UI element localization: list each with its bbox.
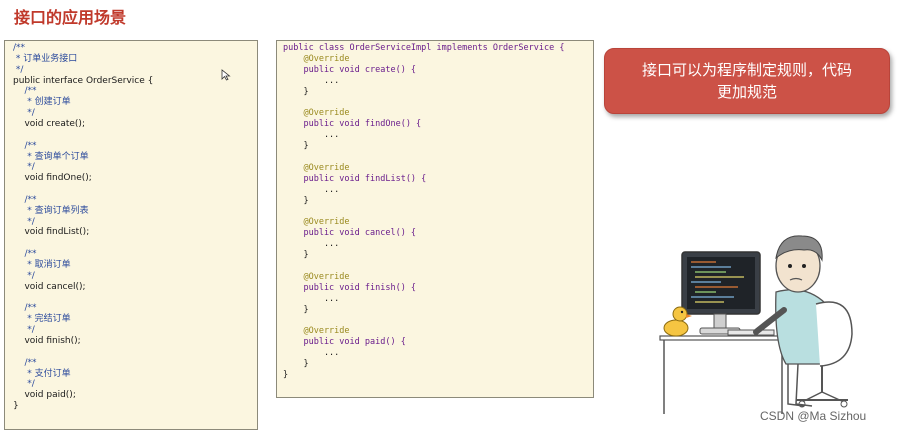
code-line: /** — [13, 303, 37, 314]
code-line: void create(); — [13, 118, 85, 129]
code-line: } — [283, 370, 289, 380]
code-line: ... — [283, 239, 340, 250]
code-line: ... — [283, 75, 340, 86]
code-line: } — [13, 401, 19, 412]
implementation-code-panel: public class OrderServiceImpl implements… — [276, 40, 594, 398]
code-line: /** — [13, 357, 37, 368]
code-line: /** — [13, 249, 37, 260]
rule-callout: 接口可以为程序制定规则，代码 更加规范 — [604, 48, 890, 114]
code-line: void paid(); — [13, 390, 76, 401]
code-line: /** — [13, 43, 26, 53]
programmer-illustration — [659, 235, 853, 414]
code-line: * 查询订单列表 — [13, 205, 89, 216]
code-line: public void findOne() { — [283, 119, 422, 130]
code-line: @Override — [283, 162, 350, 173]
code-line: @Override — [283, 217, 350, 228]
code-line: public void cancel() { — [283, 228, 417, 239]
code-line: public interface OrderService { — [13, 75, 154, 86]
interface-code-panel: /** * 订单业务接口 */public interface OrderSer… — [4, 40, 258, 430]
code-line: } — [283, 86, 309, 97]
code-line: } — [283, 141, 309, 152]
code-line: ... — [283, 184, 340, 195]
code-line: @Override — [283, 271, 350, 282]
code-line: * 支付订单 — [13, 368, 71, 379]
code-line: } — [283, 250, 309, 261]
code-line: * 完结订单 — [13, 314, 71, 325]
callout-line-1: 接口可以为程序制定规则，代码 — [641, 61, 852, 79]
watermark: CSDN @Ma Sizhou — [760, 409, 867, 423]
code-line: public void paid() { — [283, 337, 406, 348]
code-line: * 查询单个订单 — [13, 151, 89, 162]
code-line: } — [283, 359, 309, 370]
code-line: * 取消订单 — [13, 260, 71, 270]
code-line: } — [283, 195, 309, 206]
code-line: void cancel(); — [13, 281, 86, 292]
code-line: ... — [283, 348, 340, 359]
mouse-cursor-icon — [221, 69, 231, 81]
code-line: ... — [283, 130, 340, 141]
code-line: void finish(); — [13, 335, 81, 346]
code-line: */ — [13, 216, 35, 227]
code-line: public void findList() { — [283, 173, 427, 184]
code-line: } — [283, 304, 309, 315]
code-line: void findOne(); — [13, 173, 92, 184]
code-line: */ — [13, 64, 24, 75]
callout-line-2: 更加规范 — [716, 83, 777, 101]
code-line: /** — [13, 194, 37, 205]
code-line: @Override — [283, 53, 350, 64]
code-line: /** — [13, 140, 37, 151]
code-line: void findList(); — [13, 227, 90, 238]
code-line: */ — [13, 162, 35, 173]
code-line: @Override — [283, 326, 350, 337]
code-line: * 创建订单 — [13, 97, 71, 108]
code-line: public void finish() { — [283, 282, 417, 293]
code-line: * 订单业务接口 — [13, 53, 78, 64]
code-line: public class OrderServiceImpl implements… — [283, 43, 565, 53]
code-line: */ — [13, 325, 35, 336]
code-line: ... — [283, 293, 340, 304]
code-line: /** — [13, 86, 37, 97]
code-line: */ — [13, 108, 35, 119]
code-line: */ — [13, 379, 35, 390]
code-line: @Override — [283, 108, 350, 119]
code-line: public void create() { — [283, 64, 417, 75]
code-line: */ — [13, 270, 35, 281]
page-title: 接口的应用场景 — [14, 8, 127, 27]
